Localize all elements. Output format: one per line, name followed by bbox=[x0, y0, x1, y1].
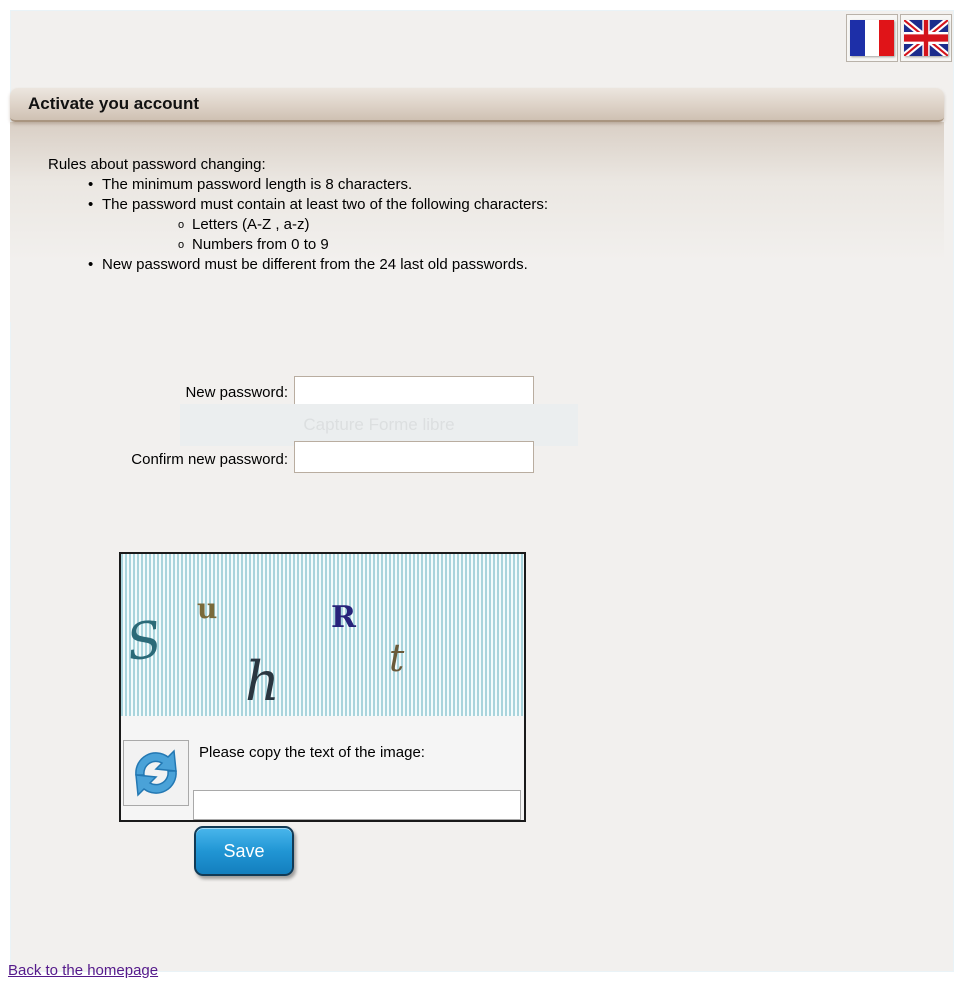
back-to-homepage-link[interactable]: Back to the homepage bbox=[8, 962, 158, 979]
save-button[interactable]: Save bbox=[194, 826, 294, 876]
captcha-refresh-button[interactable] bbox=[123, 740, 189, 806]
uk-flag-icon bbox=[904, 20, 948, 56]
rule-item: The minimum password length is 8 charact… bbox=[88, 175, 548, 195]
captcha-char: R bbox=[331, 600, 356, 635]
language-selector bbox=[846, 14, 952, 62]
language-french-button[interactable] bbox=[846, 14, 898, 62]
rule-item: The password must contain at least two o… bbox=[88, 195, 549, 255]
language-english-button[interactable] bbox=[900, 14, 952, 62]
french-flag-icon bbox=[850, 20, 895, 56]
rule-subitem: Letters (A-Z , a-z) bbox=[178, 215, 548, 235]
rule-item-text: The password must contain at least two o… bbox=[102, 196, 549, 213]
captcha-char: t bbox=[389, 636, 405, 680]
rules-intro: Rules about password changing: bbox=[48, 156, 266, 173]
panel-header: Activate you account bbox=[10, 88, 944, 122]
confirm-password-label: Confirm new password: bbox=[131, 451, 288, 468]
captcha-instruction: Please copy the text of the image: bbox=[199, 744, 425, 761]
captcha-image: S u h R t bbox=[121, 554, 524, 716]
rule-item: New password must be different from the … bbox=[88, 255, 548, 275]
confirm-password-input[interactable] bbox=[294, 441, 534, 473]
page-title: Activate you account bbox=[28, 94, 199, 113]
captcha-char: u bbox=[197, 592, 218, 625]
rules-list: The minimum password length is 8 charact… bbox=[48, 175, 548, 275]
refresh-icon bbox=[135, 749, 177, 797]
captcha-char: h bbox=[245, 650, 280, 713]
captcha-input[interactable] bbox=[193, 790, 521, 820]
rules-sublist: Letters (A-Z , a-z) Numbers from 0 to 9 bbox=[102, 215, 548, 255]
captcha-char: S bbox=[123, 609, 166, 673]
new-password-label: New password: bbox=[185, 384, 288, 401]
password-rules: Rules about password changing: The minim… bbox=[48, 155, 548, 275]
captcha-box: S u h R t Please copy the text of the im… bbox=[119, 552, 526, 822]
capture-overlay-text: Capture Forme libre bbox=[180, 404, 578, 446]
rule-subitem: Numbers from 0 to 9 bbox=[178, 235, 548, 255]
